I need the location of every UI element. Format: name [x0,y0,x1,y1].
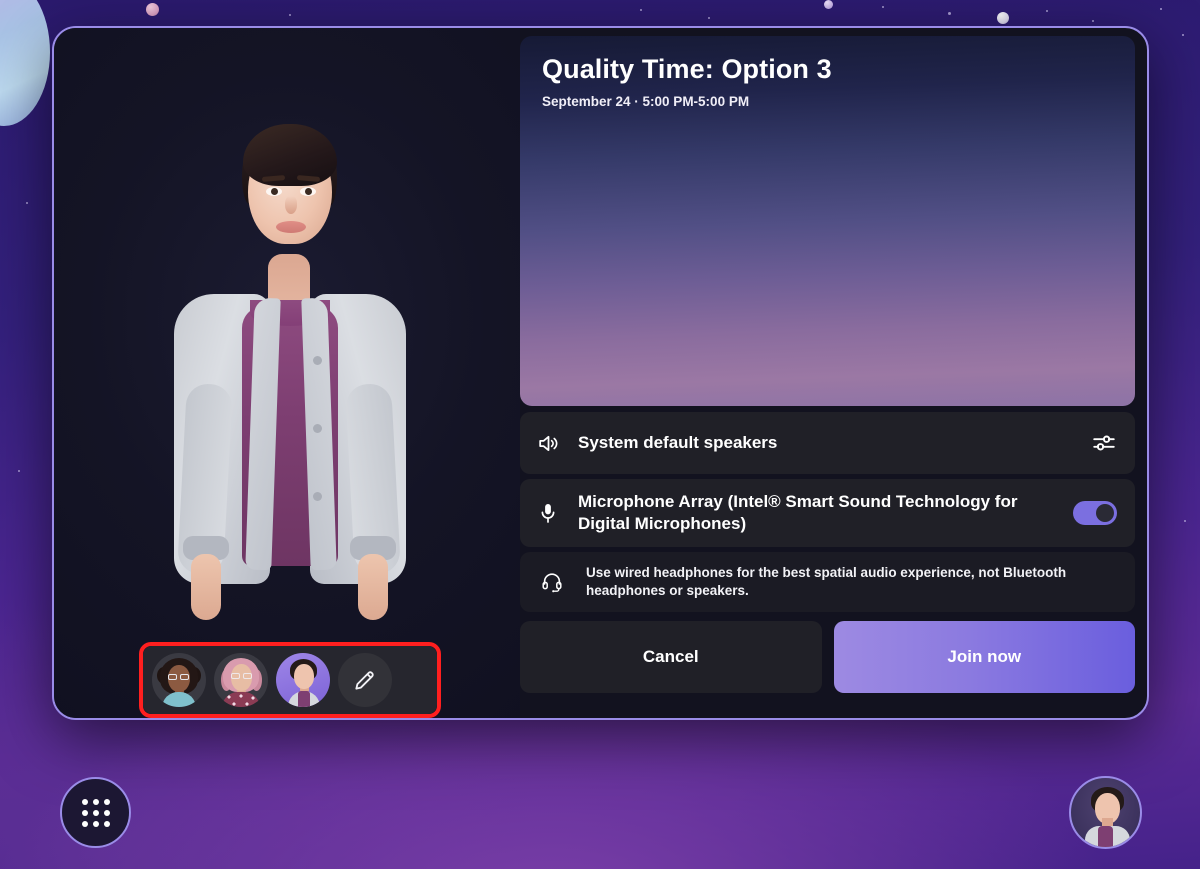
join-now-button[interactable]: Join now [833,621,1135,693]
pencil-icon [355,671,374,690]
star-dot [1092,20,1094,22]
avatar-option-3[interactable] [276,653,330,707]
star-dot [640,9,642,11]
spatial-audio-hint: Use wired headphones for the best spatia… [520,552,1135,612]
speaker-icon [536,431,578,456]
avatar-option-2[interactable] [214,653,268,707]
cancel-button[interactable]: Cancel [520,621,822,693]
star-dot [1160,8,1162,10]
meeting-details-pane: Quality Time: Option 3 September 24 · 5:… [520,28,1147,718]
speaker-device-label: System default speakers [578,433,778,453]
star-dot [18,470,20,472]
microphone-device-label: Microphone Array (Intel® Smart Sound Tec… [578,492,1018,533]
glasses-icon [243,673,252,679]
speaker-device-row[interactable]: System default speakers [520,412,1135,474]
avatar-picker-strip[interactable] [143,646,437,714]
planet-white-icon [997,12,1009,24]
meeting-title: Quality Time: Option 3 [542,54,832,84]
meeting-hero-banner: Quality Time: Option 3 September 24 · 5:… [520,36,1135,406]
star-dot [289,14,291,16]
avatar-option-1[interactable] [152,653,206,707]
avatar-3d-preview [54,84,520,644]
toggle-knob [1096,504,1114,522]
star-dot [708,17,710,19]
glasses-icon [168,674,177,680]
avatar-preview-pane [54,28,520,718]
planet-blue-icon [0,0,50,126]
planet-pink-icon [146,3,159,16]
app-grid-icon [81,798,110,827]
glasses-icon [180,674,189,680]
glasses-icon [231,673,240,679]
spatial-audio-hint-text: Use wired headphones for the best spatia… [586,565,1067,598]
edit-avatar-button[interactable] [338,653,392,707]
mesh-immersive-space: Quality Time: Option 3 September 24 · 5:… [0,0,1200,869]
star-dot [1046,10,1048,12]
profile-avatar-button[interactable] [1069,776,1142,849]
audio-settings-icon[interactable] [1091,430,1117,456]
microphone-icon [536,501,578,525]
star-dot [26,202,28,204]
app-grid-button[interactable] [60,777,131,848]
star-dot [948,12,951,15]
avatar-picker-highlight [139,642,441,718]
headset-icon [540,570,586,594]
meeting-schedule: September 24 · 5:00 PM-5:00 PM [542,94,750,110]
microphone-toggle[interactable] [1073,501,1117,525]
pre-join-dialog: Quality Time: Option 3 September 24 · 5:… [52,26,1149,720]
star-dot [1184,520,1186,522]
dialog-actions: Cancel Join now [520,621,1135,693]
microphone-device-row[interactable]: Microphone Array (Intel® Smart Sound Tec… [520,479,1135,547]
planet-lilac-icon [824,0,833,9]
star-dot [1182,34,1184,36]
star-dot [882,6,884,8]
